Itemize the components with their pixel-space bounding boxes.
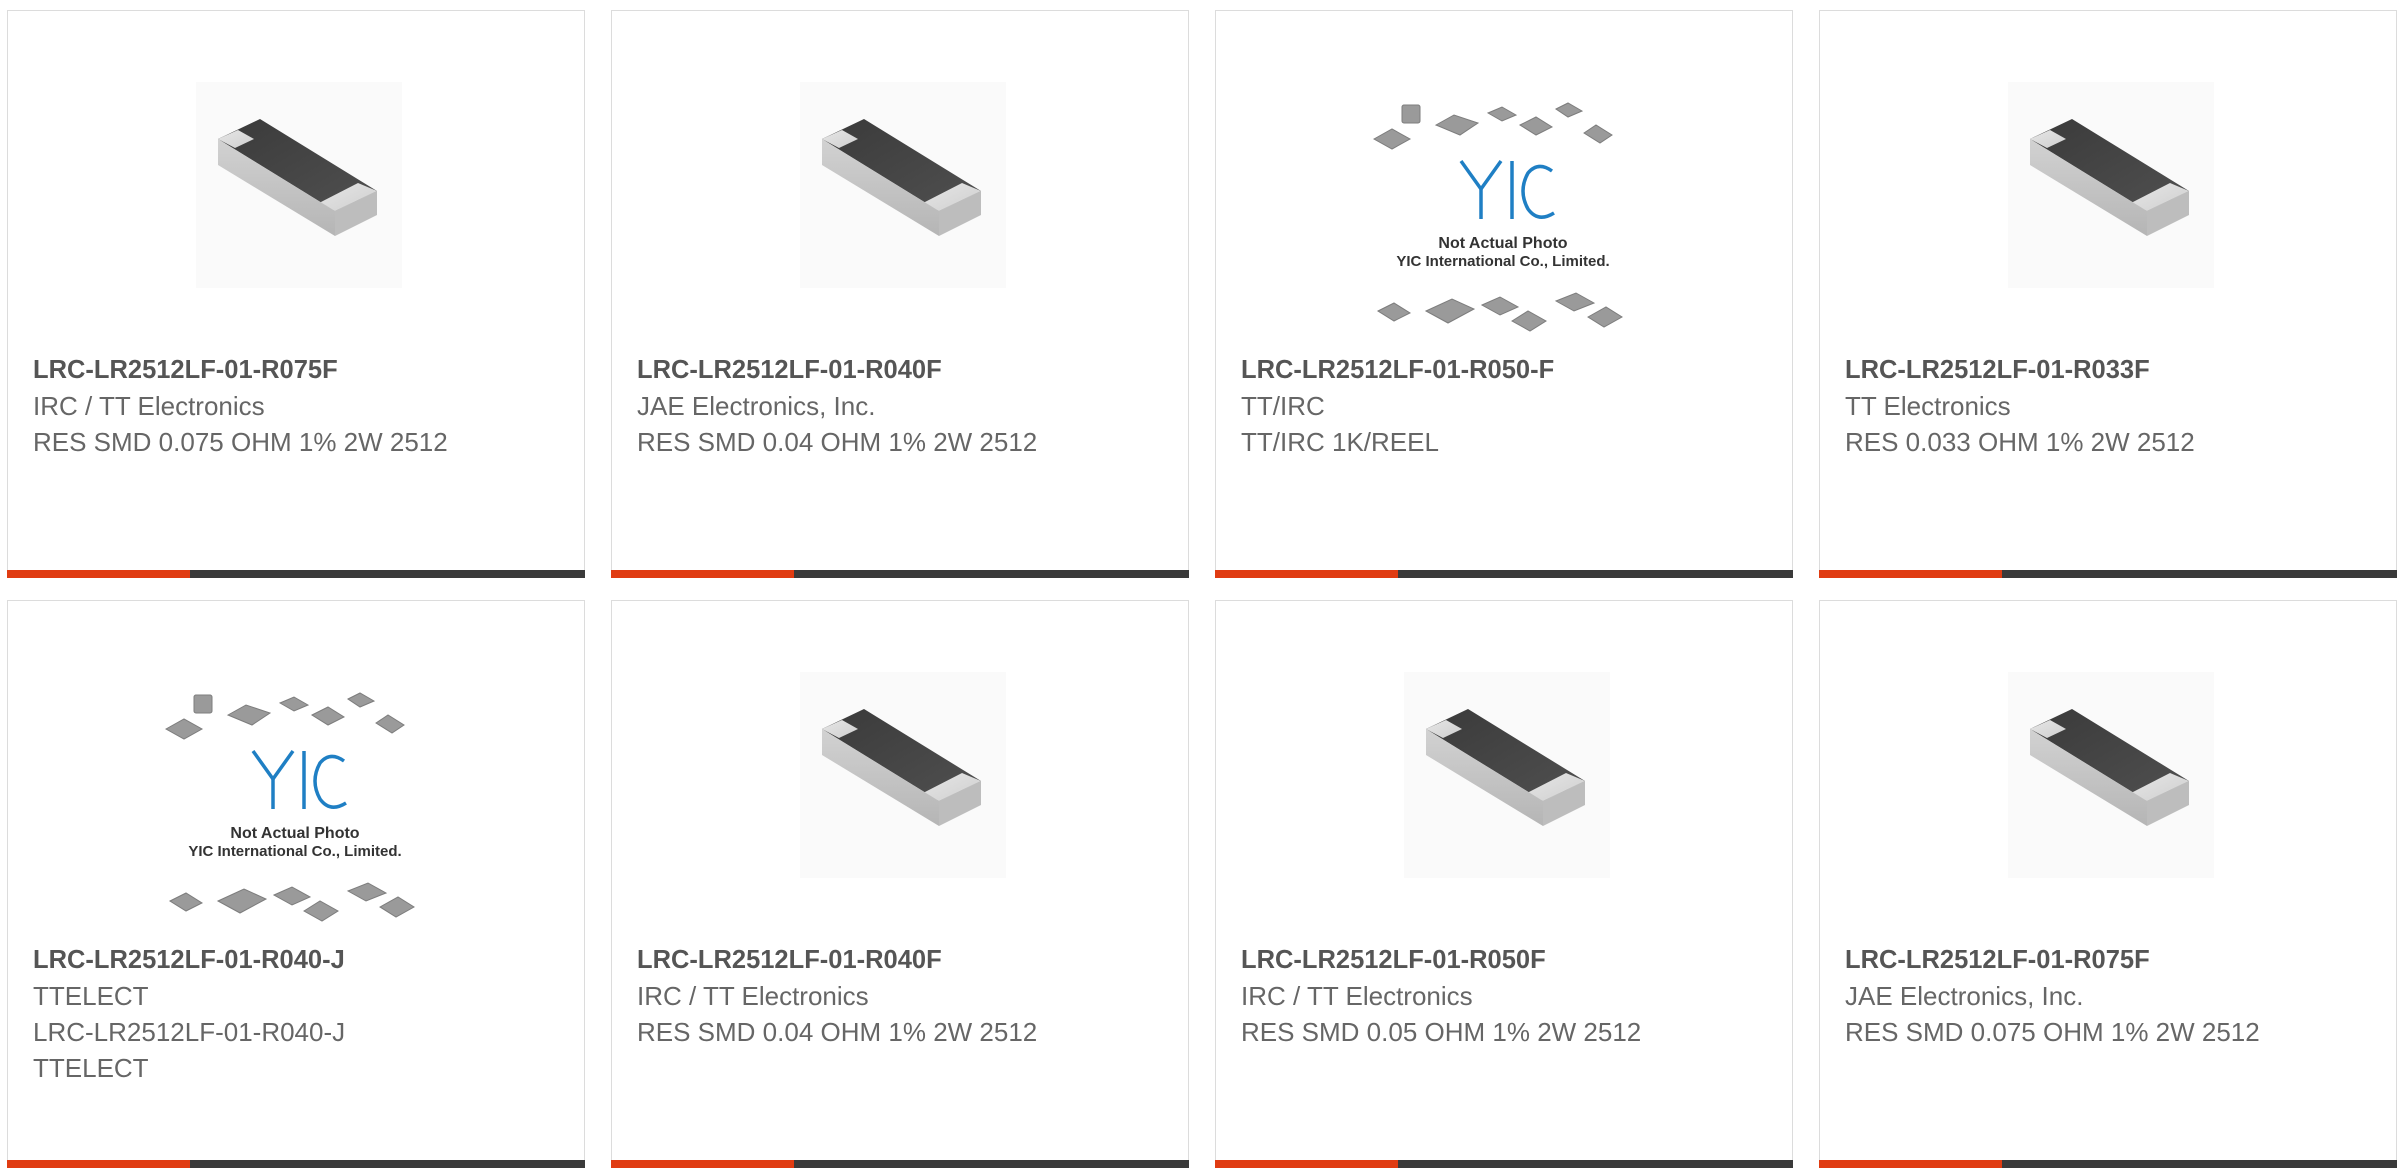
description: RES SMD 0.04 OHM 1% 2W 2512	[637, 427, 1038, 457]
placeholder-text-line1: Not Actual Photo	[230, 825, 359, 842]
manufacturer: IRC / TT Electronics	[637, 981, 869, 1011]
product-image-area	[8, 11, 586, 351]
part-number[interactable]: LRC-LR2512LF-01-R040F	[637, 352, 1157, 388]
card-accent	[7, 570, 190, 578]
product-info: LRC-LR2512LF-01-R075F JAE Electronics, I…	[1845, 942, 2365, 1050]
product-info: LRC-LR2512LF-01-R040F JAE Electronics, I…	[637, 352, 1157, 460]
product-image-area	[612, 601, 1190, 941]
part-number[interactable]: LRC-LR2512LF-01-R075F	[33, 352, 553, 388]
chip-resistor-photo	[800, 672, 1006, 878]
manufacturer: TT Electronics	[1845, 391, 2011, 421]
chip-resistor-photo	[1404, 672, 1610, 878]
product-card[interactable]: LRC-LR2512LF-01-R040F IRC / TT Electroni…	[611, 600, 1189, 1168]
description: RES SMD 0.075 OHM 1% 2W 2512	[1845, 1017, 2260, 1047]
product-grid: LRC-LR2512LF-01-R075F IRC / TT Electroni…	[0, 0, 2400, 1168]
product-info: LRC-LR2512LF-01-R033F TT Electronics RES…	[1845, 352, 2365, 460]
card-bottom-bar	[611, 570, 1189, 578]
product-image-area: Not Actual Photo YIC International Co., …	[8, 601, 586, 941]
chip-resistor-photo	[196, 82, 402, 288]
description: RES SMD 0.04 OHM 1% 2W 2512	[637, 1017, 1038, 1047]
manufacturer: JAE Electronics, Inc.	[637, 391, 876, 421]
description: TT/IRC 1K/REEL	[1241, 427, 1439, 457]
product-image-area	[612, 11, 1190, 351]
placeholder-text-line1: Not Actual Photo	[1438, 235, 1567, 252]
placeholder-text-line2: YIC International Co., Limited.	[188, 843, 401, 860]
part-number[interactable]: LRC-LR2512LF-01-R040-J	[33, 942, 553, 978]
product-image-area	[1820, 601, 2398, 941]
card-accent	[611, 570, 794, 578]
product-info: LRC-LR2512LF-01-R040F IRC / TT Electroni…	[637, 942, 1157, 1050]
product-card[interactable]: LRC-LR2512LF-01-R040F JAE Electronics, I…	[611, 10, 1189, 578]
chip-resistor-photo	[2008, 82, 2214, 288]
description: RES SMD 0.075 OHM 1% 2W 2512	[33, 427, 448, 457]
description: LRC-LR2512LF-01-R040-J TTELECT	[33, 1017, 346, 1083]
product-info: LRC-LR2512LF-01-R040-J TTELECT LRC-LR251…	[33, 942, 553, 1086]
part-number[interactable]: LRC-LR2512LF-01-R050F	[1241, 942, 1761, 978]
card-bottom-bar	[1819, 570, 2397, 578]
chip-resistor-photo	[2008, 672, 2214, 878]
product-image-area	[1216, 601, 1794, 941]
manufacturer: TT/IRC	[1241, 391, 1325, 421]
manufacturer: IRC / TT Electronics	[1241, 981, 1473, 1011]
product-card[interactable]: LRC-LR2512LF-01-R075F IRC / TT Electroni…	[7, 10, 585, 578]
description: RES SMD 0.05 OHM 1% 2W 2512	[1241, 1017, 1642, 1047]
product-image-area: Not Actual Photo YIC International Co., …	[1216, 11, 1794, 351]
product-card[interactable]: Not Actual Photo YIC International Co., …	[1215, 10, 1793, 578]
chip-resistor-photo	[800, 82, 1006, 288]
product-card[interactable]: LRC-LR2512LF-01-R050F IRC / TT Electroni…	[1215, 600, 1793, 1168]
manufacturer: JAE Electronics, Inc.	[1845, 981, 2084, 1011]
card-bottom-bar	[1215, 570, 1793, 578]
product-info: LRC-LR2512LF-01-R050F IRC / TT Electroni…	[1241, 942, 1761, 1050]
description: RES 0.033 OHM 1% 2W 2512	[1845, 427, 2195, 457]
placeholder-not-actual-photo: Not Actual Photo YIC International Co., …	[164, 692, 415, 922]
card-bottom-bar	[7, 570, 585, 578]
product-info: LRC-LR2512LF-01-R075F IRC / TT Electroni…	[33, 352, 553, 460]
product-card[interactable]: LRC-LR2512LF-01-R033F TT Electronics RES…	[1819, 10, 2397, 578]
part-number[interactable]: LRC-LR2512LF-01-R040F	[637, 942, 1157, 978]
manufacturer: IRC / TT Electronics	[33, 391, 265, 421]
placeholder-not-actual-photo: Not Actual Photo YIC International Co., …	[1372, 102, 1623, 332]
product-card[interactable]: LRC-LR2512LF-01-R075F JAE Electronics, I…	[1819, 600, 2397, 1168]
part-number[interactable]: LRC-LR2512LF-01-R050-F	[1241, 352, 1761, 388]
placeholder-text-line2: YIC International Co., Limited.	[1396, 253, 1609, 270]
product-card[interactable]: Not Actual Photo YIC International Co., …	[7, 600, 585, 1168]
part-number[interactable]: LRC-LR2512LF-01-R033F	[1845, 352, 2365, 388]
manufacturer: TTELECT	[33, 981, 149, 1011]
product-info: LRC-LR2512LF-01-R050-F TT/IRC TT/IRC 1K/…	[1241, 352, 1761, 460]
product-image-area	[1820, 11, 2398, 351]
card-accent	[1215, 570, 1398, 578]
part-number[interactable]: LRC-LR2512LF-01-R075F	[1845, 942, 2365, 978]
card-accent	[1819, 570, 2002, 578]
